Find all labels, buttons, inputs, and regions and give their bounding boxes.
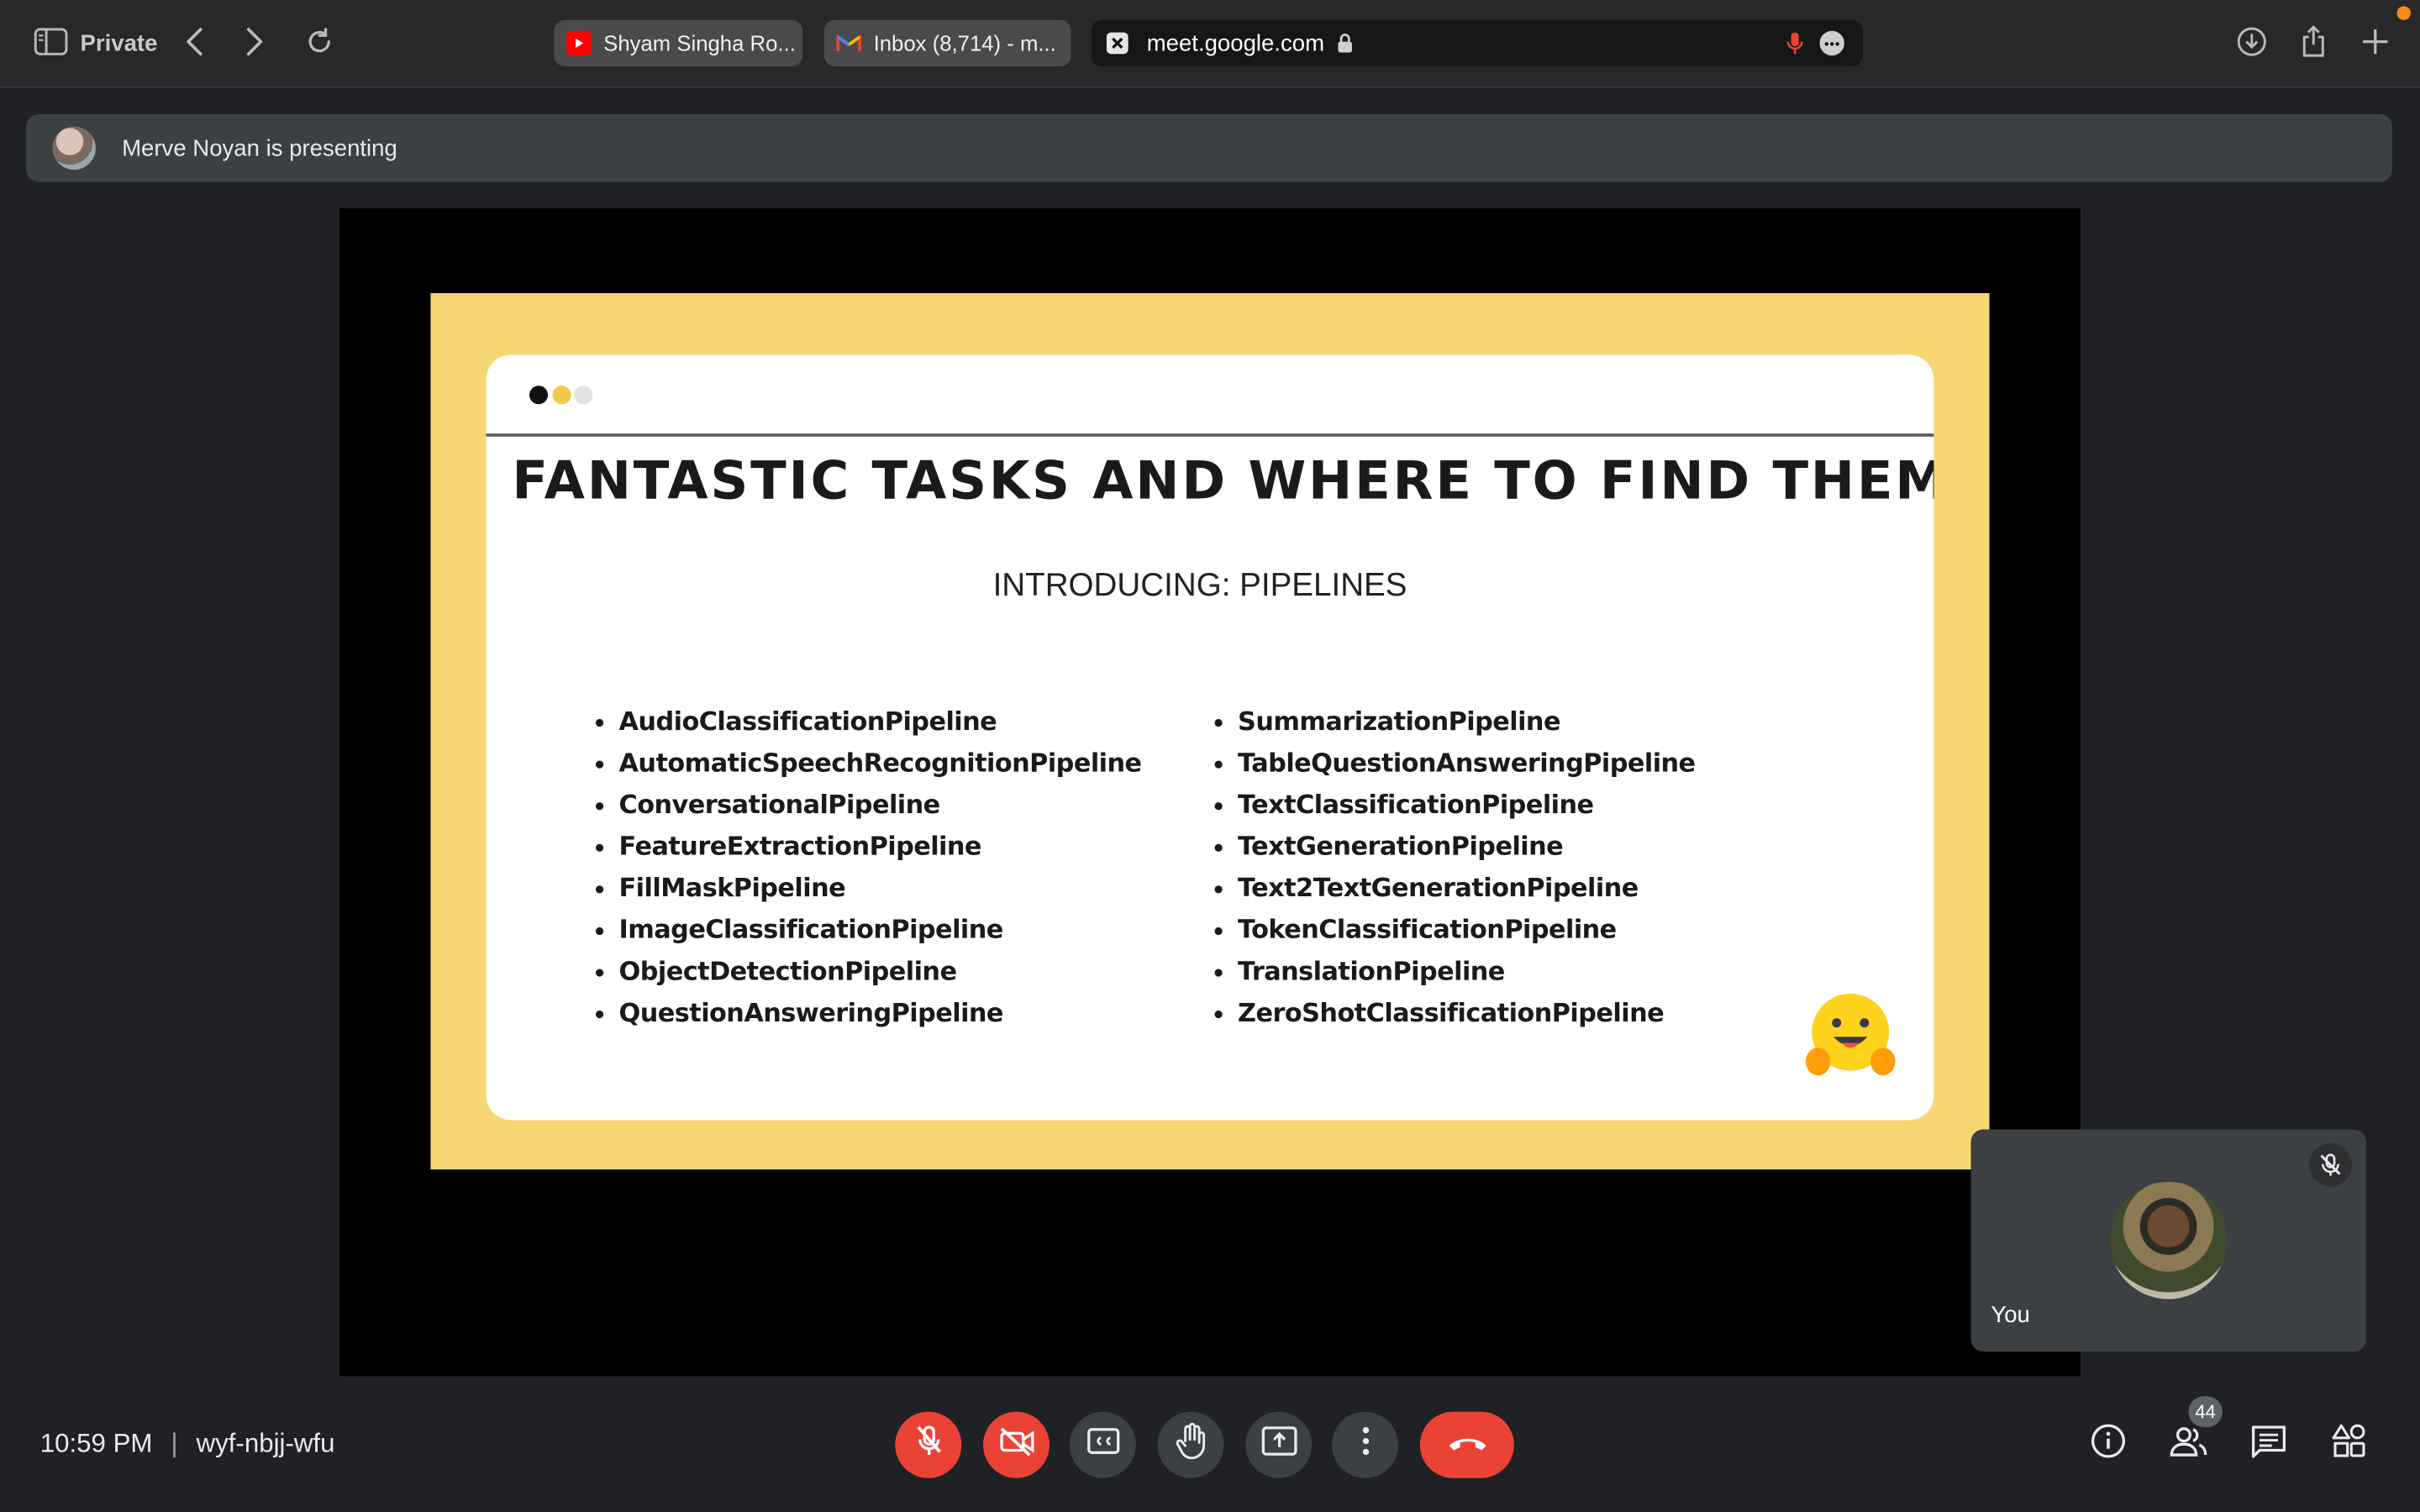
address-url: meet.google.com	[1146, 29, 1325, 57]
back-button[interactable]	[179, 24, 210, 58]
list-item: TextClassificationPipeline	[1214, 784, 1696, 826]
recording-indicator	[2396, 6, 2411, 20]
separator: |	[171, 1428, 178, 1458]
activities-button[interactable]	[2328, 1422, 2370, 1465]
list-item: ImageClassificationPipeline	[595, 909, 1142, 951]
tab-gmail[interactable]: Inbox (8,714) - m...	[823, 19, 1071, 66]
leave-call-button[interactable]	[1419, 1411, 1514, 1478]
chat-icon	[2250, 1423, 2287, 1465]
close-tab-icon[interactable]	[1106, 32, 1128, 55]
raise-hand-button[interactable]	[1157, 1411, 1224, 1478]
tab-youtube[interactable]: Shyam Singha Ro...	[554, 19, 803, 66]
list-item: TokenClassificationPipeline	[1214, 909, 1696, 951]
more-vert-icon	[1360, 1425, 1370, 1464]
presenter-avatar	[52, 126, 96, 171]
slide-title: FANTASTIC TASKS AND WHERE TO FIND THEM	[512, 450, 1934, 512]
list-item: SummarizationPipeline	[1214, 701, 1696, 743]
lock-icon	[1337, 33, 1354, 55]
list-item: AutomaticSpeechRecognitionPipeline	[595, 742, 1142, 784]
list-item: TranslationPipeline	[1214, 950, 1696, 992]
meet-window: Private Shyam Singha Ro... Inbox (8,714)…	[0, 0, 2420, 1512]
private-label: Private	[80, 29, 158, 57]
clock-time: 10:59 PM	[39, 1428, 153, 1458]
people-button[interactable]	[2167, 1422, 2210, 1465]
page-menu-icon[interactable]	[1819, 30, 1844, 56]
list-item: AudioClassificationPipeline	[595, 701, 1142, 743]
present-screen-icon	[1260, 1425, 1297, 1464]
tab-title: Inbox (8,714) - m...	[873, 30, 1056, 56]
browser-toolbar: Private Shyam Singha Ro... Inbox (8,714)…	[0, 0, 2420, 88]
list-item: QuestionAnsweringPipeline	[595, 992, 1142, 1034]
activities-shapes-icon	[2330, 1422, 2367, 1467]
gmail-icon	[836, 31, 861, 55]
chat-button[interactable]	[2247, 1422, 2290, 1465]
meeting-details-button[interactable]	[2086, 1422, 2129, 1465]
meeting-code: wyf-nbjj-wfu	[196, 1428, 335, 1458]
pipeline-list-right: SummarizationPipeline TableQuestionAnswe…	[1214, 701, 1696, 1034]
window-dot-icon	[552, 386, 571, 405]
camera-off-icon	[997, 1425, 1034, 1464]
mic-in-use-icon[interactable]	[1786, 31, 1804, 55]
address-bar[interactable]: meet.google.com	[1091, 19, 1863, 66]
avatar	[2109, 1181, 2228, 1299]
toggle-camera-button[interactable]	[983, 1411, 1050, 1478]
people-icon	[2169, 1423, 2209, 1465]
mic-off-icon	[2308, 1143, 2353, 1187]
toggle-mic-button[interactable]	[895, 1411, 962, 1478]
slide-card: FANTASTIC TASKS AND WHERE TO FIND THEM I…	[486, 354, 1934, 1121]
list-item: TableQuestionAnsweringPipeline	[1214, 742, 1696, 784]
list-item: FeatureExtractionPipeline	[595, 826, 1142, 868]
list-item: Text2TextGenerationPipeline	[1214, 867, 1696, 909]
slide-subtitle: INTRODUCING: PIPELINES	[992, 567, 1407, 604]
window-dot-icon	[529, 386, 549, 405]
forward-button[interactable]	[239, 24, 271, 58]
list-item: ZeroShotClassificationPipeline	[1214, 992, 1696, 1034]
hugging-face-emoji-icon	[1802, 990, 1898, 1080]
info-icon	[2090, 1422, 2127, 1467]
shared-screen: FANTASTIC TASKS AND WHERE TO FIND THEM I…	[339, 207, 2081, 1377]
new-tab-icon[interactable]	[2359, 24, 2392, 58]
youtube-icon	[566, 30, 592, 56]
list-item: FillMaskPipeline	[595, 867, 1142, 909]
captions-button[interactable]	[1069, 1411, 1136, 1478]
share-icon[interactable]	[2296, 24, 2330, 58]
closed-captions-icon	[1086, 1427, 1119, 1462]
present-now-button[interactable]	[1245, 1411, 1313, 1478]
list-item: TextGenerationPipeline	[1214, 826, 1696, 868]
self-video-tile[interactable]: You	[1970, 1129, 2366, 1352]
participants-count-badge: 44	[2188, 1396, 2223, 1427]
presenting-text: Merve Noyan is presenting	[122, 134, 397, 161]
reload-button[interactable]	[302, 24, 336, 58]
hand-icon	[1174, 1422, 1207, 1467]
list-item: ObjectDetectionPipeline	[595, 950, 1142, 992]
tab-title: Shyam Singha Ro...	[603, 30, 796, 56]
more-options-button[interactable]	[1332, 1411, 1399, 1478]
pipeline-list-left: AudioClassificationPipeline AutomaticSpe…	[595, 701, 1142, 1034]
sidebar-toggle-icon[interactable]	[34, 28, 68, 55]
downloads-icon[interactable]	[2235, 24, 2269, 58]
slide-window-header	[486, 354, 1934, 437]
presentation-slide: FANTASTIC TASKS AND WHERE TO FIND THEM I…	[430, 292, 1990, 1170]
mic-off-icon	[913, 1424, 944, 1466]
meeting-info: 10:59 PM | wyf-nbjj-wfu	[40, 1425, 335, 1462]
self-name-label: You	[1991, 1302, 2030, 1329]
presenting-banner: Merve Noyan is presenting	[26, 113, 2392, 182]
list-item: ConversationalPipeline	[595, 784, 1142, 826]
hang-up-icon	[1445, 1431, 1488, 1459]
window-dot-icon	[574, 386, 593, 405]
